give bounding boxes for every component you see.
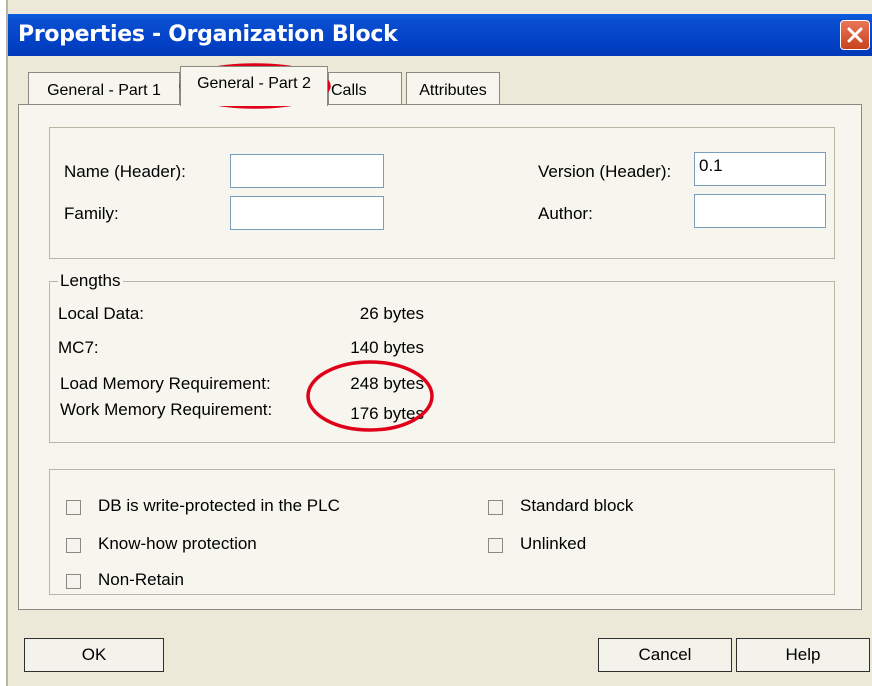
name-field[interactable]: [230, 154, 384, 188]
local-data-label: Local Data:: [58, 304, 144, 323]
standard-block-label[interactable]: Standard block: [520, 496, 633, 516]
mc7-label: MC7:: [58, 338, 99, 357]
author-label: Author:: [538, 204, 593, 223]
know-how-protection-label[interactable]: Know-how protection: [98, 534, 257, 554]
write-protected-checkbox[interactable]: [66, 500, 81, 515]
name-label: Name (Header):: [64, 162, 186, 181]
work-memory-label: Work Memory Requirement:: [60, 400, 273, 419]
cancel-button[interactable]: Cancel: [598, 638, 732, 672]
close-button[interactable]: [840, 20, 870, 50]
properties-dialog: Properties - Organization Block General …: [8, 0, 872, 686]
load-memory-value: 248 bytes: [350, 374, 424, 393]
write-protected-label[interactable]: DB is write-protected in the PLC: [98, 496, 340, 516]
lengths-group: Lengths Local Data: 26 bytes MC7: 140 by…: [49, 271, 835, 443]
family-field[interactable]: [230, 196, 384, 230]
family-label: Family:: [64, 204, 119, 223]
unlinked-checkbox[interactable]: [488, 538, 503, 553]
header-group: Name (Header): Family: Version (Header):…: [49, 127, 835, 259]
version-label: Version (Header):: [538, 162, 672, 181]
tab-general-part-1[interactable]: General - Part 1: [28, 72, 180, 104]
title-bar[interactable]: Properties - Organization Block: [8, 14, 872, 56]
tab-calls[interactable]: Calls: [328, 72, 402, 104]
non-retain-label[interactable]: Non-Retain: [98, 570, 184, 590]
unlinked-label[interactable]: Unlinked: [520, 534, 586, 554]
tab-general-part-2[interactable]: General - Part 2: [180, 66, 328, 106]
author-field[interactable]: [694, 194, 826, 228]
help-button[interactable]: Help: [736, 638, 870, 672]
ok-button[interactable]: OK: [24, 638, 164, 672]
lengths-group-label: Lengths: [58, 271, 123, 291]
options-group: DB is write-protected in the PLC Know-ho…: [49, 469, 835, 595]
standard-block-checkbox[interactable]: [488, 500, 503, 515]
work-memory-value: 176 bytes: [350, 404, 424, 423]
mc7-value: 140 bytes: [350, 338, 424, 357]
non-retain-checkbox[interactable]: [66, 574, 81, 589]
tab-panel-general-part-2: Name (Header): Family: Version (Header):…: [18, 104, 862, 610]
load-memory-label: Load Memory Requirement:: [60, 374, 271, 393]
window-title: Properties - Organization Block: [18, 22, 398, 47]
close-icon: [847, 27, 863, 43]
local-data-value: 26 bytes: [359, 304, 424, 323]
know-how-protection-checkbox[interactable]: [66, 538, 81, 553]
version-field[interactable]: 0.1: [694, 152, 826, 186]
tab-attributes[interactable]: Attributes: [406, 72, 500, 104]
